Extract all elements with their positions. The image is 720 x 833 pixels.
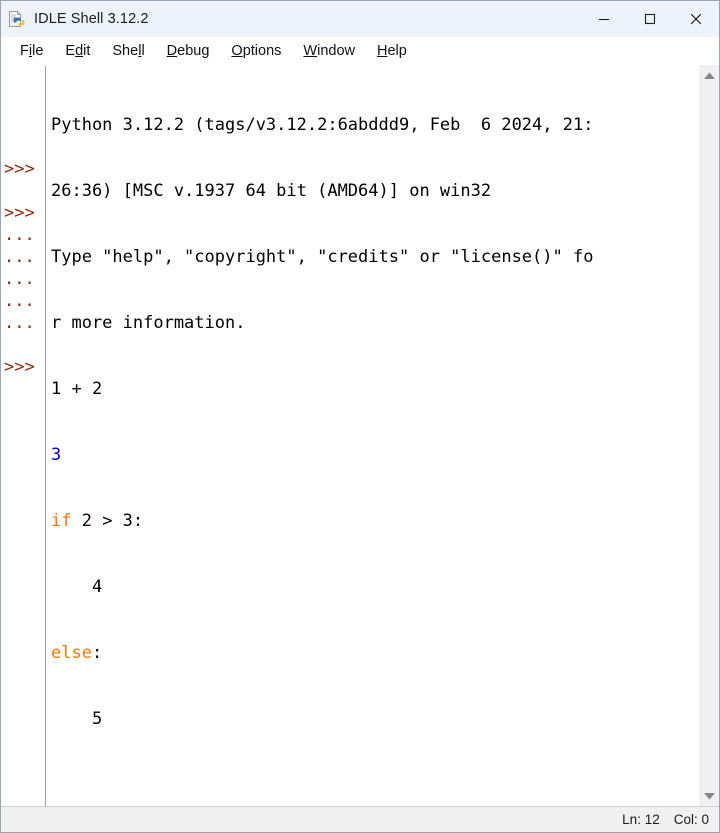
shell-line-input: 5 (51, 709, 103, 729)
shell-line-input: 1 + 2 (51, 379, 103, 399)
shell-line-input (51, 774, 698, 796)
menu-label-help-post: elp (387, 43, 407, 59)
prompt-marker (1, 334, 45, 356)
scroll-down-button[interactable] (699, 786, 720, 806)
menu-bar: File Edit Shell Debug Options Window Hel… (1, 37, 719, 65)
minimize-button[interactable] (581, 1, 627, 37)
keyword-else: else (51, 643, 92, 663)
menu-item-help[interactable]: Help (366, 40, 418, 62)
status-line-number: Ln: 12 (622, 812, 660, 827)
menu-accel-debug: D (166, 43, 178, 59)
shell-line-output: 3 (51, 444, 698, 466)
status-bar: Ln: 12 Col: 0 (1, 806, 719, 832)
output-value: 3 (51, 445, 62, 465)
prompt-marker: ... (4, 247, 35, 267)
menu-label-shell-pre: She (112, 43, 139, 59)
scroll-up-button[interactable] (699, 65, 720, 85)
shell-line: Type "help", "copyright", "credits" or "… (51, 247, 594, 267)
prompt-marker: ... (4, 225, 35, 245)
menu-item-window[interactable]: Window (292, 40, 366, 62)
prompt-marker (1, 114, 45, 136)
maximize-icon (644, 13, 656, 25)
python-file-icon (8, 10, 26, 28)
menu-item-shell[interactable]: Shell (101, 40, 155, 62)
idle-shell-window: IDLE Shell 3.12.2 File Edit Shell Debug … (0, 0, 720, 833)
menu-label-file-pre: F (20, 43, 29, 59)
prompt-marker: ... (4, 269, 35, 289)
prompt-marker: >>> (4, 159, 35, 179)
menu-item-debug[interactable]: Debug (156, 40, 221, 62)
shell-output-text[interactable]: Python 3.12.2 (tags/v3.12.2:6abddd9, Feb… (46, 66, 698, 806)
maximize-button[interactable] (627, 1, 673, 37)
menu-label-file-post: le (32, 43, 44, 59)
menu-label-shell-post: l (141, 43, 145, 59)
menu-item-file[interactable]: File (9, 40, 54, 62)
menu-accel-edit: d (75, 43, 84, 59)
prompt-marker (1, 136, 45, 158)
menu-label-window-post: indow (317, 43, 355, 59)
shell-line-input: 4 (51, 577, 103, 597)
shell-text-frame: >>> >>> ... ... ... ... ... >>> Python 3… (1, 65, 698, 806)
prompt-marker (1, 92, 45, 114)
keyword-if: if (51, 511, 72, 531)
menu-accel-window: W (303, 43, 318, 59)
scrollbar-track[interactable] (699, 85, 720, 786)
prompt-marker: ... (4, 313, 35, 333)
menu-accel-options: O (231, 43, 243, 59)
shell-line-rest: : (91, 643, 103, 663)
prompt-marker: ... (4, 291, 35, 311)
prompt-gutter: >>> >>> ... ... ... ... ... >>> (1, 66, 46, 806)
menu-item-options[interactable]: Options (220, 40, 292, 62)
shell-line-input: else: (51, 642, 698, 664)
title-bar: IDLE Shell 3.12.2 (1, 1, 719, 37)
shell-line: r more information. (51, 313, 246, 333)
menu-accel-help: H (376, 43, 388, 59)
shell-line: Python 3.12.2 (tags/v3.12.2:6abddd9, Feb… (51, 115, 594, 135)
shell-line: 26:36) [MSC v.1937 64 bit (AMD64)] on wi… (51, 181, 492, 201)
prompt-marker (1, 180, 45, 202)
window-title: IDLE Shell 3.12.2 (34, 11, 149, 27)
menu-label-options-post: ptions (242, 43, 282, 59)
shell-line-input: if 2 > 3: (51, 510, 698, 532)
menu-label-edit-post: it (83, 43, 91, 59)
prompt-marker: >>> (4, 203, 35, 223)
menu-item-edit[interactable]: Edit (54, 40, 101, 62)
close-icon (690, 13, 702, 25)
prompt-marker: >>> (4, 357, 35, 377)
shell-line-rest: 2 > 3: (71, 511, 144, 531)
triangle-down-icon (703, 792, 715, 799)
shell-area: >>> >>> ... ... ... ... ... >>> Python 3… (1, 65, 719, 806)
menu-label-edit-pre: E (65, 43, 76, 59)
status-column-number: Col: 0 (673, 812, 709, 827)
vertical-scrollbar[interactable] (698, 65, 719, 806)
triangle-up-icon (703, 72, 715, 79)
window-controls (581, 1, 719, 37)
close-button[interactable] (673, 1, 719, 37)
minimize-icon (599, 18, 609, 21)
prompt-marker (1, 70, 45, 92)
menu-label-debug-post: ebug (177, 43, 210, 59)
